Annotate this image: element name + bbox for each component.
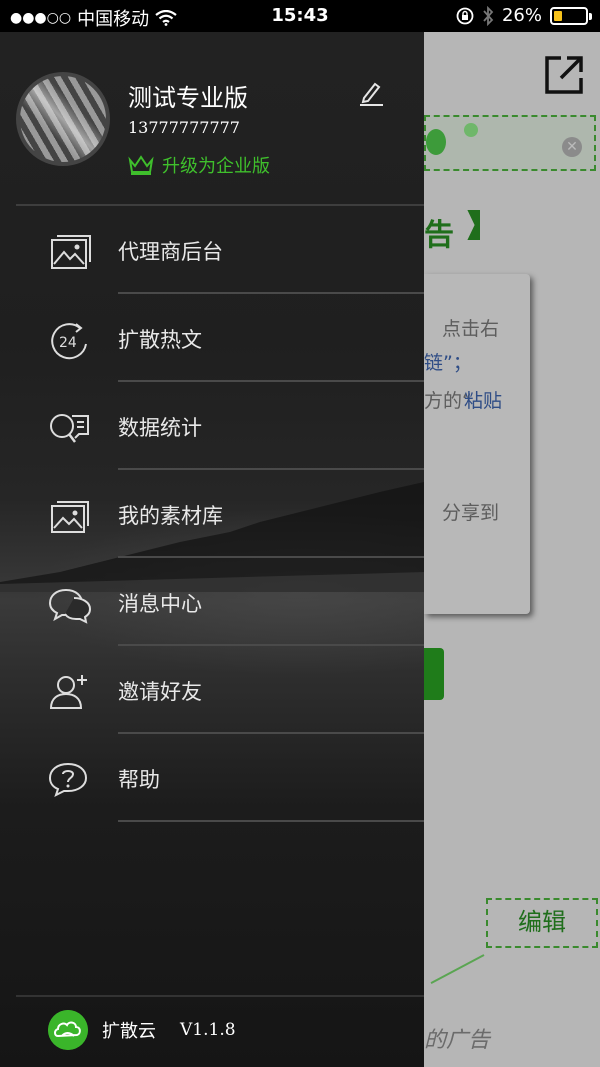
- edit-button[interactable]: 编辑: [486, 898, 598, 948]
- card-text: 点击右: [442, 318, 500, 340]
- upgrade-link[interactable]: 升级为企业版: [128, 152, 270, 178]
- ad-clover-icon: [426, 129, 446, 155]
- menu-item-help[interactable]: 帮助: [0, 734, 424, 822]
- user-phone: 13777777777: [128, 118, 240, 137]
- menu-item-hot-articles[interactable]: 24 扩散热文: [0, 294, 424, 382]
- card-link: 粘贴: [464, 390, 503, 412]
- menu-item-invite-friends[interactable]: 邀请好友: [0, 646, 424, 734]
- chat-bubbles-icon: [48, 588, 92, 624]
- menu-item-data-stats[interactable]: 数据统计: [0, 382, 424, 470]
- ad-banner[interactable]: ✕: [424, 115, 596, 171]
- menu-item-agent-backend[interactable]: 代理商后台: [0, 206, 424, 294]
- svg-text:24: 24: [59, 335, 77, 351]
- menu-item-material-library[interactable]: 我的素材库: [0, 470, 424, 558]
- menu-item-label: 扩散热文: [118, 328, 202, 352]
- flag-icon: [467, 210, 480, 240]
- share-icon[interactable]: [543, 54, 585, 96]
- drawer-menu: 代理商后台 24 扩散热文 数据统计 我的素材库 消息中心 邀请好友 帮助: [0, 206, 424, 822]
- image-frame-icon: [51, 235, 91, 269]
- battery-icon: [550, 6, 592, 25]
- 24-hour-icon: 24: [51, 323, 87, 360]
- app-logo-icon: [48, 1010, 88, 1050]
- menu-item-label: 数据统计: [118, 416, 202, 440]
- menu-item-label: 代理商后台: [118, 240, 223, 264]
- menu-item-message-center[interactable]: 消息中心: [0, 558, 424, 646]
- status-bar: ●●●○○ 中国移动 15:43 26%: [0, 0, 600, 32]
- search-chat-icon: [50, 414, 89, 443]
- bottom-ad-text: 的广告: [424, 1028, 491, 1053]
- rotation-lock-icon: [456, 7, 474, 24]
- edit-pencil-icon[interactable]: [358, 80, 384, 106]
- menu-item-label: 消息中心: [118, 592, 202, 616]
- upgrade-label: 升级为企业版: [162, 156, 270, 177]
- action-button[interactable]: [424, 648, 444, 700]
- user-name: 测试专业版: [128, 84, 248, 112]
- app-version: V1.1.8: [180, 1020, 236, 1040]
- page-headline: 告: [424, 218, 454, 253]
- add-user-icon: [49, 675, 87, 709]
- divider: [16, 995, 424, 997]
- card-text: 分享到: [442, 502, 500, 524]
- menu-item-label: 帮助: [118, 768, 160, 792]
- ad-dot-icon: [464, 123, 478, 137]
- menu-item-label: 邀请好友: [118, 680, 202, 704]
- menu-item-label: 我的素材库: [118, 504, 223, 528]
- close-icon[interactable]: ✕: [562, 137, 582, 157]
- crown-icon: [128, 155, 154, 175]
- battery-percent: 26%: [501, 5, 542, 26]
- card-text: 链”；: [424, 352, 472, 374]
- bluetooth-icon: [483, 5, 494, 26]
- instruction-card: 点击右 链”； 方的“ 粘贴 分享到: [424, 274, 530, 614]
- app-name: 扩散云: [102, 1021, 156, 1042]
- drawer-footer: 扩散云 V1.1.8: [48, 1010, 236, 1050]
- side-drawer: 测试专业版 13777777777 升级为企业版 代理商后台 24 扩散热文 数…: [0, 32, 424, 1067]
- avatar[interactable]: [16, 72, 110, 166]
- help-bubble-icon: [48, 762, 88, 797]
- gallery-icon: [51, 501, 89, 533]
- connector-line: [430, 954, 485, 985]
